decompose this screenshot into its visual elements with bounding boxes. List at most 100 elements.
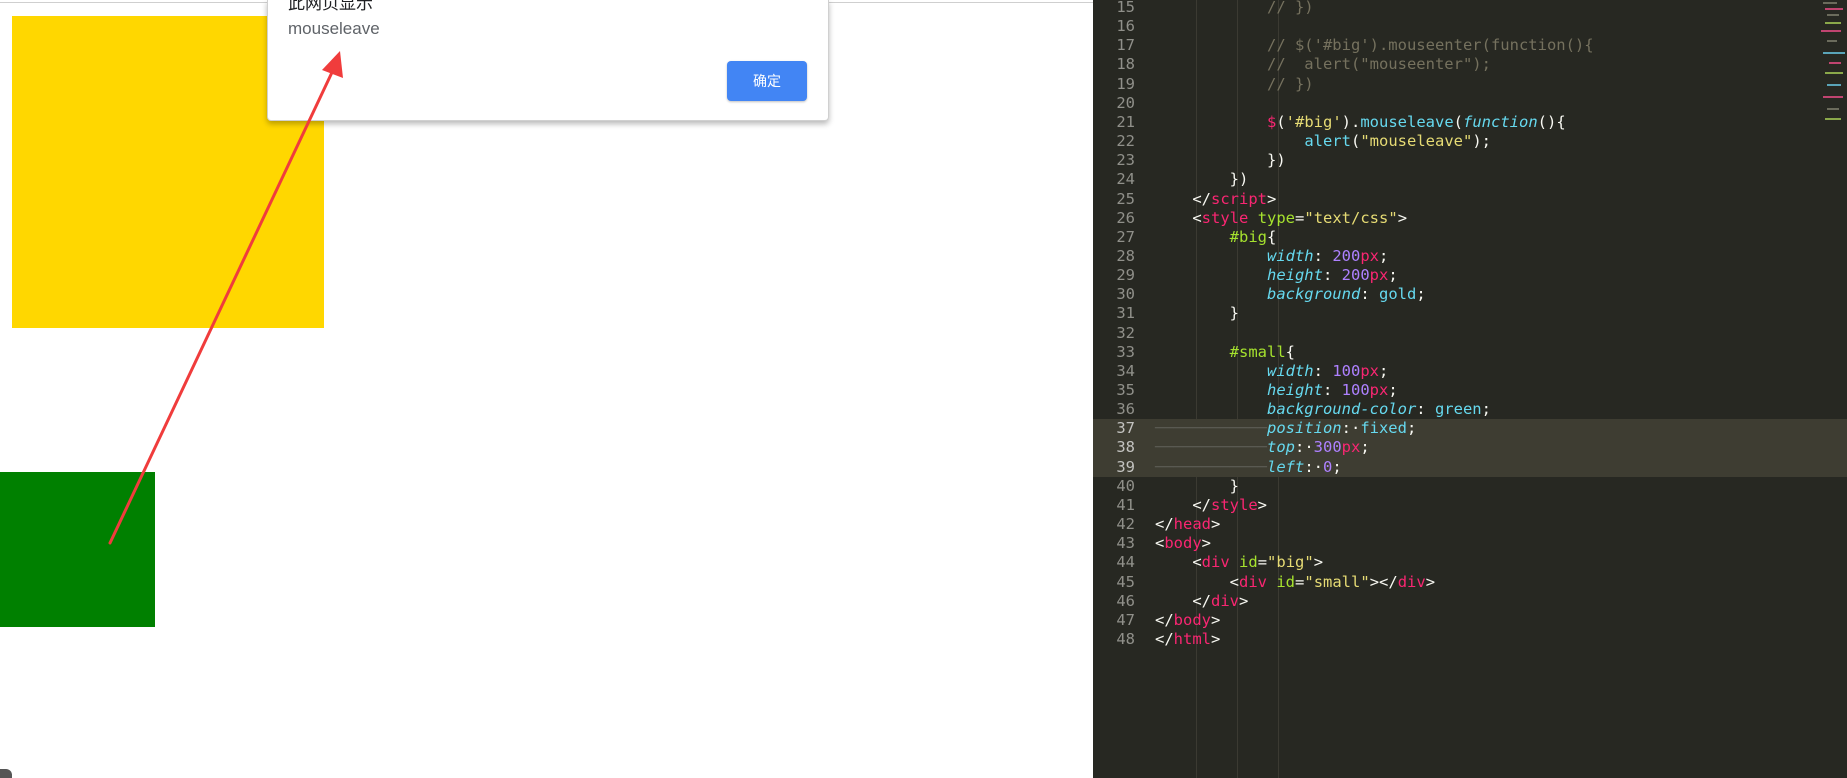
code-line[interactable]: 39 ────────────left:·0;: [1093, 457, 1847, 477]
code-line[interactable]: 30 background: gold;: [1093, 285, 1847, 304]
code-line[interactable]: 26 <style type="text/css">: [1093, 209, 1847, 228]
code-line[interactable]: 42 </head>: [1093, 515, 1847, 534]
code-token: <: [1155, 534, 1165, 553]
code-token: left: [1266, 457, 1305, 476]
code-text: </head>: [1155, 515, 1220, 534]
code-line[interactable]: 19 // }): [1093, 75, 1847, 94]
code-text: // }): [1155, 0, 1314, 17]
code-line[interactable]: 18 // alert("mouseenter");: [1093, 55, 1847, 74]
code-token: div: [1201, 553, 1230, 572]
code-line[interactable]: 44 <div id="big">: [1093, 553, 1847, 572]
code-text: </script>: [1155, 190, 1276, 209]
code-token: ────────────: [1155, 419, 1267, 438]
code-token: height: [1266, 266, 1323, 285]
code-token: body: [1164, 534, 1202, 553]
code-token: // }): [1266, 74, 1314, 93]
line-number: 30: [1116, 285, 1135, 304]
code-token: :: [1416, 400, 1435, 419]
code-editor[interactable]: 15 // }) 16 17 // $('#big').mouseenter(fun…: [1093, 0, 1847, 778]
code-token: id: [1276, 572, 1296, 591]
code-line[interactable]: 29 height: 200px;: [1093, 266, 1847, 285]
code-text: $('#big').mouseleave(function(){: [1155, 113, 1566, 132]
code-token: {: [1266, 227, 1277, 246]
code-token: ;: [1388, 266, 1398, 285]
code-token: ).: [1341, 112, 1361, 131]
code-line[interactable]: 37 ────────────position:·fixed;: [1093, 419, 1847, 439]
code-line[interactable]: 33 #small{: [1093, 343, 1847, 362]
line-number: 27: [1116, 227, 1135, 246]
line-number: 25: [1116, 189, 1135, 208]
code-text: #small{: [1155, 343, 1295, 362]
line-number: 19: [1116, 74, 1135, 93]
code-line[interactable]: 23 }): [1093, 151, 1847, 170]
small-green-box[interactable]: [0, 472, 155, 627]
code-token: style: [1211, 495, 1258, 514]
code-line[interactable]: 36 background-color: green;: [1093, 400, 1847, 419]
code-token: (){: [1537, 112, 1566, 131]
code-token: px: [1369, 266, 1389, 285]
line-number: 24: [1116, 170, 1135, 189]
code-line[interactable]: 47 </body>: [1093, 611, 1847, 630]
code-text: width: 100px;: [1155, 362, 1388, 381]
code-line[interactable]: 27 #big{: [1093, 228, 1847, 247]
code-token: }: [1229, 476, 1239, 495]
code-token: </: [1192, 591, 1211, 610]
code-token: ;: [1406, 419, 1417, 438]
code-line[interactable]: 16: [1093, 17, 1847, 36]
code-token: // $('#big').mouseenter(function(){: [1266, 36, 1594, 55]
code-line[interactable]: 21 $('#big').mouseleave(function(){: [1093, 113, 1847, 132]
code-token: "mouseleave": [1360, 132, 1473, 151]
code-line[interactable]: 25 </script>: [1093, 190, 1847, 209]
dialog-ok-button[interactable]: 确定: [727, 61, 807, 101]
code-line[interactable]: 15 // }): [1093, 0, 1847, 17]
line-number: 33: [1116, 342, 1135, 361]
code-text: height: 200px;: [1155, 266, 1398, 285]
code-token: '#big': [1285, 112, 1342, 131]
code-line[interactable]: 31 }: [1093, 304, 1847, 323]
code-token: 200: [1332, 246, 1361, 265]
code-token: mouseleave: [1360, 112, 1454, 131]
code-line[interactable]: 35 height: 100px;: [1093, 381, 1847, 400]
code-line[interactable]: 24 }): [1093, 170, 1847, 189]
code-text: height: 100px;: [1155, 381, 1398, 400]
code-text: ────────────left:·0;: [1155, 458, 1342, 477]
line-number: 22: [1116, 132, 1135, 151]
code-text: ────────────top:·300px;: [1155, 438, 1370, 457]
line-number: 29: [1116, 266, 1135, 285]
code-line[interactable]: 43 <body>: [1093, 534, 1847, 553]
code-line[interactable]: 17 // $('#big').mouseenter(function(){: [1093, 36, 1847, 55]
code-line[interactable]: 32: [1093, 324, 1847, 343]
code-token: <: [1192, 208, 1202, 227]
code-line[interactable]: 28 width: 200px;: [1093, 247, 1847, 266]
code-token: fixed: [1360, 419, 1407, 438]
code-line[interactable]: 46 </div>: [1093, 592, 1847, 611]
code-line[interactable]: 45 <div id="small"></div>: [1093, 573, 1847, 592]
line-number: 41: [1116, 495, 1135, 514]
code-token: :: [1313, 361, 1333, 380]
code-line[interactable]: 41 </style>: [1093, 496, 1847, 515]
code-token: );: [1472, 132, 1491, 151]
line-number: 36: [1116, 400, 1135, 419]
code-line[interactable]: 34 width: 100px;: [1093, 362, 1847, 381]
code-token: px: [1341, 438, 1361, 457]
code-line[interactable]: 40 }: [1093, 477, 1847, 496]
code-text: // }): [1155, 75, 1314, 94]
line-number: 34: [1116, 361, 1135, 380]
code-line[interactable]: 22 alert("mouseleave");: [1093, 132, 1847, 151]
alert-dialog: 此网页显示 mouseleave 确定: [267, 0, 829, 121]
code-line[interactable]: 20: [1093, 94, 1847, 113]
code-line[interactable]: 38 ────────────top:·300px;: [1093, 438, 1847, 458]
code-token: 100: [1341, 381, 1370, 399]
minimap[interactable]: [1813, 0, 1847, 130]
code-text: <div id="small"></div>: [1155, 573, 1435, 592]
code-token: 0: [1322, 457, 1333, 476]
code-line[interactable]: 48 </html>: [1093, 630, 1847, 649]
